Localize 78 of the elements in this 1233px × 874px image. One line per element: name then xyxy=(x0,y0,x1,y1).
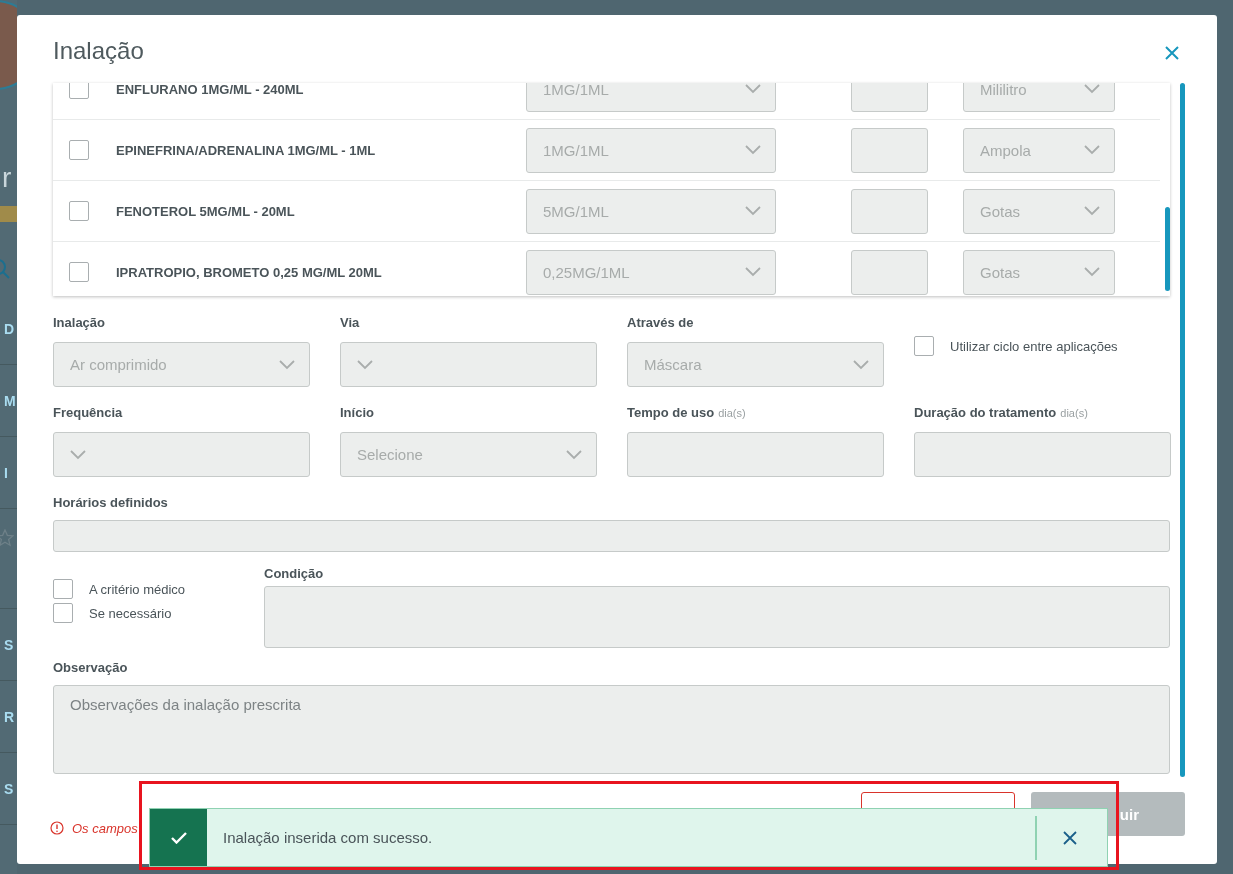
field-label: Condição xyxy=(264,566,324,581)
select-field[interactable]: Ar comprimido xyxy=(53,342,310,387)
input-field[interactable] xyxy=(627,432,884,477)
chevron-down-icon xyxy=(566,449,582,460)
text-area[interactable] xyxy=(264,586,1170,648)
list-item-text: D xyxy=(4,320,15,337)
medication-name: EPINEFRINA/ADRENALINA 1MG/ML - 1ML xyxy=(116,142,377,158)
checkbox[interactable] xyxy=(69,262,89,282)
quantity-field[interactable] xyxy=(851,127,928,173)
checkbox[interactable] xyxy=(69,83,89,99)
chevron-down-icon xyxy=(745,267,761,277)
field-label: Via xyxy=(340,315,360,330)
medication-name: ENFLURANO 1MG/ML - 240ML xyxy=(116,83,305,97)
unit-label: dia(s) xyxy=(1060,407,1088,419)
medication-name: FENOTEROL 5MG/ML - 20ML xyxy=(116,203,296,219)
chevron-down-icon xyxy=(745,145,761,155)
concentration-select[interactable]: 5MG/1ML xyxy=(526,188,776,234)
status-badge xyxy=(0,206,17,222)
medication-name: IPRATROPIO, BROMETO 0,25 MG/ML 20ML xyxy=(116,264,383,280)
checkbox[interactable] xyxy=(53,603,73,623)
field-label: Horários definidos xyxy=(53,495,169,512)
unit-label: dia(s) xyxy=(718,407,746,419)
select-field[interactable] xyxy=(53,432,310,477)
scrollbar[interactable] xyxy=(1165,207,1170,291)
unit-select[interactable]: Gotas xyxy=(963,188,1115,234)
chevron-down-icon xyxy=(745,84,761,94)
field-label: Tempo de uso xyxy=(627,405,715,420)
dialog-title: Inalação xyxy=(53,37,144,65)
checkbox[interactable] xyxy=(69,140,89,160)
list-item-text: R xyxy=(4,708,15,725)
checkbox[interactable] xyxy=(69,201,89,221)
check-icon xyxy=(170,831,187,844)
close-icon[interactable] xyxy=(1063,830,1077,845)
chevron-down-icon xyxy=(357,359,373,370)
unit-select[interactable]: Gotas xyxy=(963,249,1115,295)
info-icon xyxy=(50,821,64,835)
list-item-text: S xyxy=(4,780,14,797)
close-icon[interactable] xyxy=(1164,45,1180,61)
page-title: r xyxy=(2,161,13,195)
checkbox-label: A critério médico xyxy=(89,581,186,597)
chevron-down-icon xyxy=(70,449,86,460)
field-label: Frequência xyxy=(53,405,123,420)
scrollbar[interactable] xyxy=(1180,83,1185,777)
quantity-field[interactable] xyxy=(851,249,928,295)
field-label: Inalação xyxy=(53,315,106,330)
field-label: Observação xyxy=(53,660,129,677)
chevron-down-icon xyxy=(1084,206,1100,216)
unit-select[interactable]: Mililitro xyxy=(963,83,1115,112)
checkbox[interactable] xyxy=(914,336,934,356)
field-label: Através de xyxy=(627,315,694,330)
toast-message: Inalação inserida com sucesso. xyxy=(223,829,434,846)
select-field[interactable] xyxy=(340,342,597,387)
chevron-down-icon xyxy=(745,206,761,216)
concentration-select[interactable]: 1MG/1ML xyxy=(526,127,776,173)
checkbox-label: Utilizar ciclo entre aplicações xyxy=(950,338,1118,354)
chevron-down-icon xyxy=(1084,84,1100,94)
input-field[interactable] xyxy=(914,432,1171,477)
select-field[interactable]: Máscara xyxy=(627,342,884,387)
field-label: Duração do tratamento xyxy=(914,405,1057,420)
list-item-text: S xyxy=(4,636,14,653)
select-field[interactable]: Selecione xyxy=(340,432,597,477)
checkbox[interactable] xyxy=(53,579,73,599)
chevron-down-icon xyxy=(1084,145,1100,155)
list-item-text: M xyxy=(4,392,16,409)
checkbox-label: Se necessário xyxy=(89,605,172,621)
chevron-down-icon xyxy=(853,359,869,370)
quantity-field[interactable] xyxy=(851,188,928,234)
chevron-down-icon xyxy=(1084,267,1100,277)
concentration-select[interactable]: 1MG/1ML xyxy=(526,83,776,112)
required-note: Os campos xyxy=(72,820,138,836)
unit-select[interactable]: Ampola xyxy=(963,127,1115,173)
concentration-select[interactable]: 0,25MG/1ML xyxy=(526,249,776,295)
star-icon xyxy=(0,529,14,547)
input-field[interactable] xyxy=(53,520,1170,552)
field-label: Início xyxy=(340,405,374,420)
text-area[interactable]: Observações da inalação prescrita xyxy=(53,685,1170,774)
list-item-text: I xyxy=(4,464,8,481)
chevron-down-icon xyxy=(279,359,295,370)
